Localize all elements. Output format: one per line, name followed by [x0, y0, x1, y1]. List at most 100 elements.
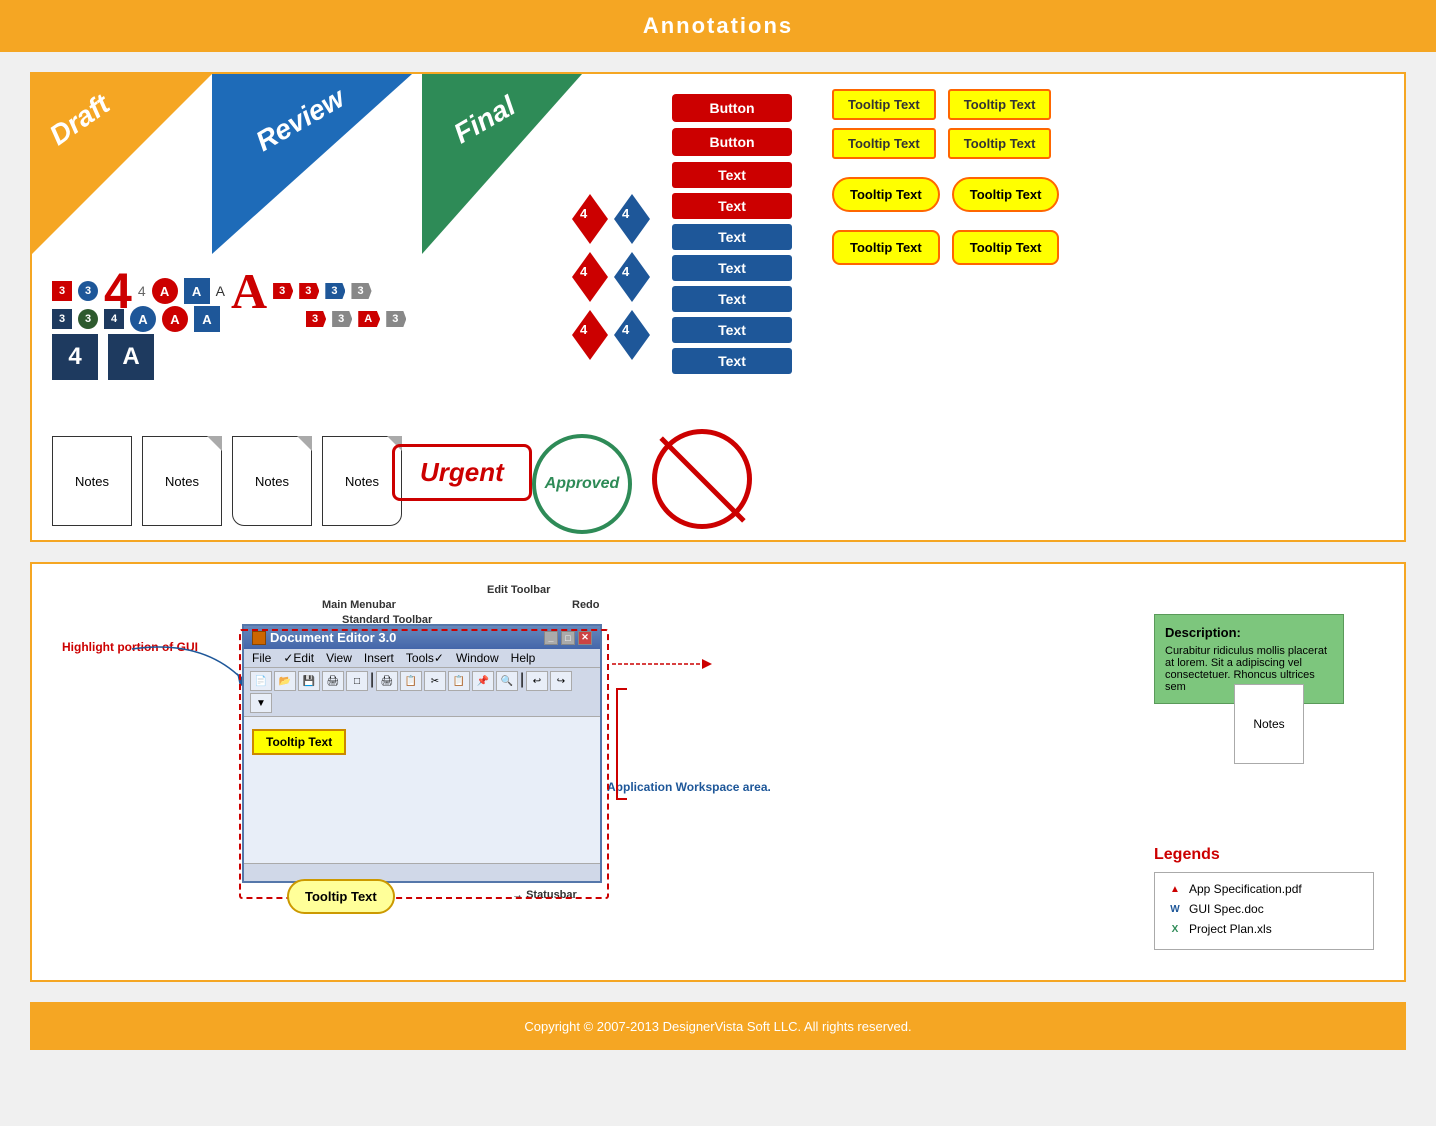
- window-statusbar: [244, 863, 600, 881]
- inline-tooltip: Tooltip Text: [252, 729, 346, 755]
- diamonds-area: 4 4 4 4: [572, 194, 650, 360]
- annotations-area: Draft Review Final Button Button Text Te…: [30, 72, 1406, 542]
- tooltip-speech-2: Tooltip Text: [952, 230, 1060, 265]
- edit-toolbar-text: Edit Toolbar: [487, 584, 550, 596]
- page-header: Annotations: [0, 0, 1436, 52]
- redo-text: Redo: [572, 599, 600, 611]
- diamond-red-4-2: 4: [572, 252, 608, 302]
- num-annotations-row2: 3 3 4 A A A 3 3 A 3: [52, 306, 406, 332]
- text-item-6: Text: [672, 317, 792, 343]
- diamond-red-4-1: 4: [572, 194, 608, 244]
- big-boxes-row: 4 A: [52, 334, 154, 380]
- box-num-4-dark: 4: [52, 334, 98, 380]
- toolbar-btn-11[interactable]: 🔍: [496, 671, 518, 691]
- arrow-grey-3-1: 3: [351, 283, 371, 299]
- legend-label-2: GUI Spec.doc: [1189, 902, 1264, 916]
- menu-insert[interactable]: Insert: [364, 651, 394, 665]
- urgent-stamp-text: Urgent: [420, 457, 504, 487]
- bottom-tooltip: Tooltip Text: [287, 879, 395, 914]
- diamond-blue-4-3: 4: [614, 310, 650, 360]
- toolbar-btn-2[interactable]: 📂: [274, 671, 296, 691]
- diamond-blue-4-1: 4: [614, 194, 650, 244]
- box-a-dark: A: [108, 334, 154, 380]
- legend-label-1: App Specification.pdf: [1189, 882, 1302, 896]
- page-title: Annotations: [643, 13, 793, 39]
- circle-red-a-2: A: [162, 306, 188, 332]
- desc-arrow-svg: [607, 644, 727, 684]
- toolbar-btn-6[interactable]: 🖨: [376, 671, 398, 691]
- toolbar-btn-12[interactable]: ▼: [250, 693, 272, 713]
- tooltip-bubble-2: Tooltip Text: [952, 177, 1060, 212]
- menu-window[interactable]: Window: [456, 651, 499, 665]
- window-content-area: Tooltip Text: [244, 717, 600, 763]
- notes-box: Notes: [1234, 684, 1304, 764]
- toolbar-divider2: |: [520, 671, 524, 691]
- window-icon: [252, 631, 266, 645]
- window-toolbar: 📄 📂 💾 🖨 □ | 🖨 📋 ✂ 📋 📌 🔍 | ↩ ↪ ▼: [244, 668, 600, 717]
- arrow-grey-3-r2-2: 3: [386, 311, 406, 327]
- window-titlebar: Document Editor 3.0 _ □ ✕: [244, 626, 600, 649]
- note-4: Notes: [322, 436, 402, 526]
- tooltip-rect-1: Tooltip Text: [832, 89, 936, 120]
- text-item-3: Text: [672, 224, 792, 250]
- mock-window: Document Editor 3.0 _ □ ✕ File ✓Edit Vie…: [242, 624, 602, 883]
- toolbar-btn-undo[interactable]: ↩: [526, 671, 548, 691]
- text-item-1: Text: [672, 162, 792, 188]
- description-title: Description:: [1165, 625, 1333, 640]
- toolbar-btn-redo[interactable]: ↪: [550, 671, 572, 691]
- approved-stamp-text: Approved: [545, 475, 620, 493]
- maximize-btn[interactable]: □: [561, 631, 575, 645]
- no-symbol: [652, 429, 752, 529]
- menu-view[interactable]: View: [326, 651, 352, 665]
- buttons-text-area: Button Button Text Text Text Text Text T…: [672, 94, 792, 379]
- minimize-btn[interactable]: _: [544, 631, 558, 645]
- toolbar-btn-4[interactable]: 🖨: [322, 671, 344, 691]
- diamond-blue-4-2: 4: [614, 252, 650, 302]
- menu-help[interactable]: Help: [511, 651, 536, 665]
- window-body: [244, 763, 600, 863]
- circle-blue-a-1: A: [130, 306, 156, 332]
- menu-edit[interactable]: ✓Edit: [283, 651, 314, 665]
- plain-a: A: [216, 283, 225, 299]
- tooltip-speech-1: Tooltip Text: [832, 230, 940, 265]
- urgent-stamp: Urgent: [392, 444, 532, 501]
- toolbar-btn-5[interactable]: □: [346, 671, 368, 691]
- toolbar-btn-8[interactable]: ✂: [424, 671, 446, 691]
- diamond-red-4-3: 4: [572, 310, 608, 360]
- badge-green-3: 3: [78, 309, 98, 329]
- menu-tools[interactable]: Tools✓: [406, 651, 444, 665]
- note-4-label: Notes: [345, 474, 379, 489]
- note-1: Notes: [52, 436, 132, 526]
- small-4: 4: [138, 283, 146, 299]
- note-2-label: Notes: [165, 474, 199, 489]
- toolbar-btn-7[interactable]: 📋: [400, 671, 422, 691]
- badge-red-3-1: 3: [52, 281, 72, 301]
- note-3-label: Notes: [255, 474, 289, 489]
- legends-title: Legends: [1154, 846, 1374, 864]
- close-btn[interactable]: ✕: [578, 631, 592, 645]
- legends-box: Legends ▲ App Specification.pdf W GUI Sp…: [1154, 846, 1374, 950]
- notes-box-label: Notes: [1253, 717, 1284, 731]
- button2[interactable]: Button: [672, 128, 792, 156]
- main-menubar-label: Main Menubar: [322, 599, 396, 611]
- menu-file[interactable]: File: [252, 651, 271, 665]
- text-item-2: Text: [672, 193, 792, 219]
- button1[interactable]: Button: [672, 94, 792, 122]
- badge-dark-3: 3: [52, 309, 72, 329]
- legends-inner: ▲ App Specification.pdf W GUI Spec.doc X…: [1154, 872, 1374, 950]
- toolbar-btn-1[interactable]: 📄: [250, 671, 272, 691]
- toolbar-btn-9[interactable]: 📋: [448, 671, 470, 691]
- toolbar-btn-3[interactable]: 💾: [298, 671, 320, 691]
- window-controls[interactable]: _ □ ✕: [544, 631, 592, 645]
- legend-label-3: Project Plan.xls: [1189, 922, 1272, 936]
- arrow-red-a-r2: A: [358, 311, 380, 327]
- legend-icon-doc: W: [1167, 901, 1183, 917]
- arrow-red-3-1: 3: [273, 283, 293, 299]
- legend-icon-pdf: ▲: [1167, 881, 1183, 897]
- toolbar-btn-10[interactable]: 📌: [472, 671, 494, 691]
- tooltips-area: Tooltip Text Tooltip Text Tooltip Text T…: [832, 89, 1059, 265]
- page-footer: Copyright © 2007-2013 DesignerVista Soft…: [30, 1002, 1406, 1050]
- tooltip-rect-3: Tooltip Text: [832, 128, 936, 159]
- square-blue-a-2: A: [194, 306, 220, 332]
- statusbar-text: Statusbar: [526, 889, 577, 901]
